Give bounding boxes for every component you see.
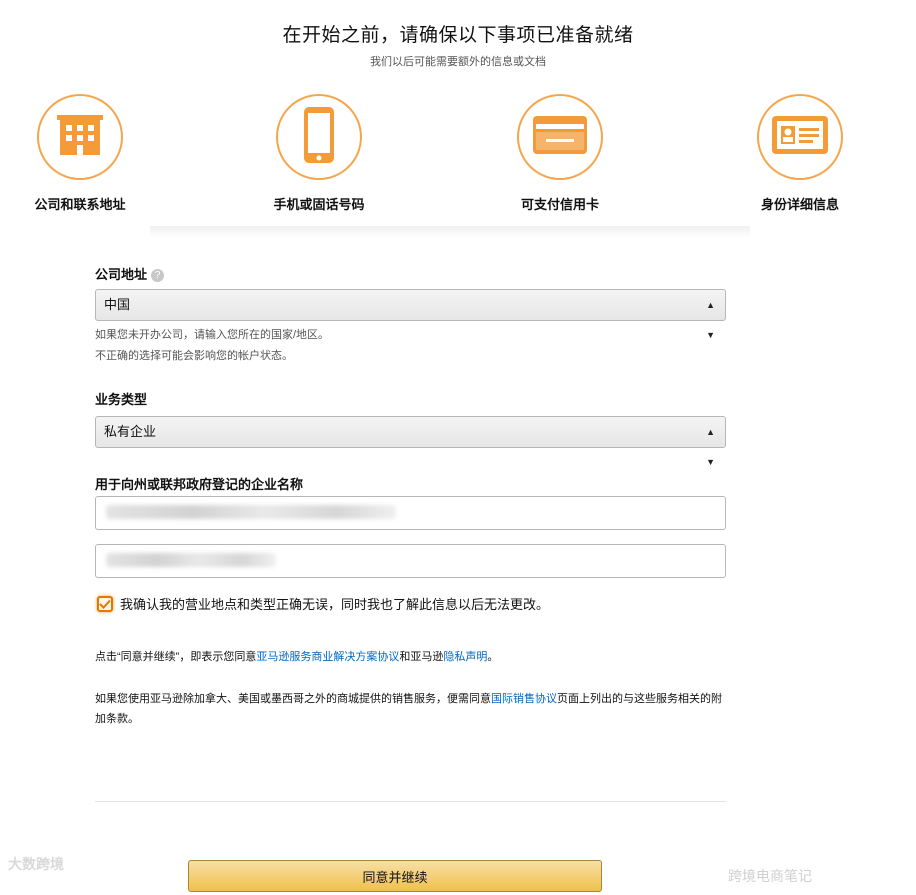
step-circle xyxy=(276,94,362,180)
confirm-text: 我确认我的营业地点和类型正确无误，同时我也了解此信息以后无法更改。 xyxy=(120,597,550,612)
intl-prefix: 如果您使用亚马逊除加拿大、美国或墨西哥之外的商城提供的销售服务，便需同意 xyxy=(95,693,491,705)
redacted-text xyxy=(106,505,396,519)
company-address-warning: 不正确的选择可能会影响您的帐户状态。 xyxy=(95,350,293,362)
building-icon xyxy=(56,113,104,162)
company-address-select[interactable]: 中国 ▲ ▼ xyxy=(95,289,726,340)
section-divider-shadow xyxy=(150,226,750,238)
step-circle xyxy=(757,94,843,180)
watermark-left: 大数跨境 xyxy=(8,856,64,872)
company-address-value: 中国 xyxy=(104,297,131,312)
company-address-label: 公司地址 xyxy=(95,267,148,282)
help-icon[interactable]: ? xyxy=(151,269,165,282)
company-address-label-row: 公司地址? xyxy=(95,264,726,284)
business-name-english-input[interactable] xyxy=(95,544,726,578)
credit-card-icon xyxy=(532,115,588,160)
step-circle xyxy=(37,94,123,180)
select-arrow-icon: ▲ ▼ xyxy=(706,427,715,467)
page-title: 在开始之前，请确保以下事项已准备就绪 xyxy=(282,25,634,46)
business-name-label: 用于向州或联邦政府登记的企业名称 xyxy=(95,477,304,492)
step-company-address: 公司和联系地址 xyxy=(0,94,170,213)
business-name-input[interactable] xyxy=(95,496,726,530)
agreement-suffix: 。 xyxy=(487,651,499,663)
agreement-text: 点击“同意并继续”，即表示您同意亚马逊服务商业解决方案协议和亚马逊隐私声明。 xyxy=(95,647,730,667)
business-type-label-row: 业务类型 xyxy=(95,389,726,409)
confirm-checkbox[interactable] xyxy=(97,595,113,612)
redacted-text xyxy=(106,553,276,567)
step-phone: 手机或固话号码 xyxy=(229,94,409,213)
watermark-right: 跨境电商笔记 xyxy=(728,868,812,884)
business-name-label-row: 用于向州或联邦政府登记的企业名称 xyxy=(95,474,726,494)
step-credit-card: 可支付信用卡 xyxy=(470,94,650,213)
agreement-prefix: 点击“同意并继续”，即表示您同意 xyxy=(95,651,257,663)
checkmark-icon xyxy=(99,599,111,609)
business-type-label: 业务类型 xyxy=(95,392,148,407)
business-type-select[interactable]: 私有企业 ▲ ▼ xyxy=(95,416,726,467)
privacy-notice-link[interactable]: 隐私声明 xyxy=(443,651,487,663)
step-label: 身份详细信息 xyxy=(760,197,839,212)
step-identity: 身份详细信息 xyxy=(710,94,890,213)
business-solutions-agreement-link[interactable]: 亚马逊服务商业解决方案协议 xyxy=(256,651,399,663)
page-header: 在开始之前，请确保以下事项已准备就绪 我们以后可能需要额外的信息或文档 xyxy=(0,20,916,69)
agree-continue-button[interactable]: 同意并继续 xyxy=(188,860,602,892)
step-circle xyxy=(517,94,603,180)
company-address-note: 如果您未开办公司，请输入您所在的国家/地区。 xyxy=(95,329,330,341)
business-type-value: 私有企业 xyxy=(104,424,157,439)
select-arrow-icon: ▲ ▼ xyxy=(706,300,715,340)
intl-selling-agreement-link[interactable]: 国际销售协议 xyxy=(491,693,557,705)
agreement-middle: 和亚马逊 xyxy=(399,651,444,663)
step-label: 可支付信用卡 xyxy=(520,197,599,212)
intl-selling-text: 如果您使用亚马逊除加拿大、美国或墨西哥之外的商城提供的销售服务，便需同意国际销售… xyxy=(95,689,730,729)
confirm-row: 我确认我的营业地点和类型正确无误，同时我也了解此信息以后无法更改。 xyxy=(97,594,549,613)
step-label: 公司和联系地址 xyxy=(34,197,126,212)
id-card-icon xyxy=(771,115,829,160)
phone-icon xyxy=(302,105,336,170)
page-subtitle: 我们以后可能需要额外的信息或文档 xyxy=(370,56,546,68)
step-label: 手机或固话号码 xyxy=(273,197,365,212)
divider xyxy=(95,801,726,802)
